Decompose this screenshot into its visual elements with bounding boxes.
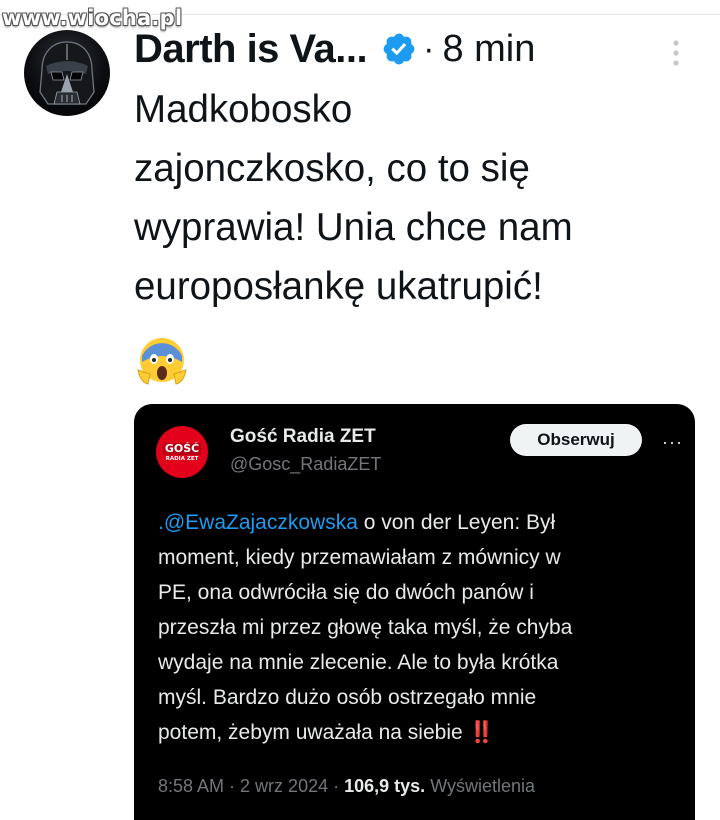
views-label: Wyświetlenia <box>430 776 536 796</box>
post-time[interactable]: 8:58 AM <box>158 776 224 796</box>
follow-button[interactable]: Obserwuj <box>510 424 642 456</box>
quoted-text-line: moment, kiedy przemawiałam z mównicy w <box>158 546 561 569</box>
quoted-avatar-logo[interactable]: GOŚĆ RADIA ZET <box>156 426 208 478</box>
quoted-text-line: PE, ona odwróciła się do dwóch panów i <box>158 581 534 604</box>
quoted-author-handle[interactable]: @Gosc_RadiaZET <box>230 454 381 475</box>
quoted-text-line: .@EwaZajaczkowska o von der Leyen: Był <box>158 505 683 540</box>
tweet-text-line: wyprawia! Unia chce nam <box>134 206 573 249</box>
tweet-text-line: europosłankę ukatrupić! <box>134 265 543 308</box>
darth-vader-helmet-icon <box>39 41 95 105</box>
views-count: 106,9 tys. <box>344 776 426 796</box>
tweet-timestamp[interactable]: 8 min <box>442 28 535 71</box>
meta-separator: · <box>328 776 345 796</box>
meta-separator: · <box>224 776 241 796</box>
tweet-text: Madkobosko zajonczkosko, co to się wypra… <box>134 80 714 316</box>
mention-link[interactable]: .@EwaZajaczkowska <box>158 511 358 534</box>
post-date[interactable]: 2 wrz 2024 <box>240 776 328 796</box>
quoted-text-line: potem, żebym uważała na siebie ‼️ <box>158 715 683 750</box>
double-exclamation-emoji: ‼️ <box>468 721 495 744</box>
author-avatar[interactable] <box>24 30 110 116</box>
quoted-meta: 8:58 AM · 2 wrz 2024 · 106,9 tys. Wyświe… <box>158 776 535 797</box>
more-options-icon[interactable] <box>668 38 684 68</box>
quoted-tweet-text: .@EwaZajaczkowska o von der Leyen: Był m… <box>158 505 683 750</box>
quoted-text-fragment: o von der Leyen: Był <box>357 511 556 534</box>
quoted-author-name[interactable]: Gość Radia ZET <box>230 426 376 448</box>
quoted-text-fragment: potem, żebym uważała na siebie <box>158 721 469 744</box>
logo-text: GOŚĆ <box>162 441 202 455</box>
quoted-text-line: myśl. Bardzo dużo osób ostrzegało mnie <box>158 686 537 709</box>
quoted-text-line: wydaje na mnie zlecenie. Ale to była kró… <box>158 651 559 674</box>
verified-badge-icon <box>381 31 417 67</box>
header-separator: · <box>423 29 435 68</box>
screaming-face-emoji <box>134 332 190 388</box>
quoted-tweet-card[interactable]: GOŚĆ RADIA ZET Gość Radia ZET @Gosc_Radi… <box>134 404 695 820</box>
quoted-more-options-icon[interactable]: ··· <box>662 432 683 453</box>
logo-subtext: RADIA ZET <box>165 455 199 462</box>
tweet-text-line: zajonczkosko, co to się <box>134 147 530 190</box>
tweet-text-line: Madkobosko <box>134 88 353 131</box>
tweet-header: Darth is Va... · 8 min <box>134 26 535 72</box>
quoted-text-line: przeszła mi przez głowę taka myśl, że ch… <box>158 616 573 639</box>
author-name[interactable]: Darth is Va... <box>134 27 368 72</box>
